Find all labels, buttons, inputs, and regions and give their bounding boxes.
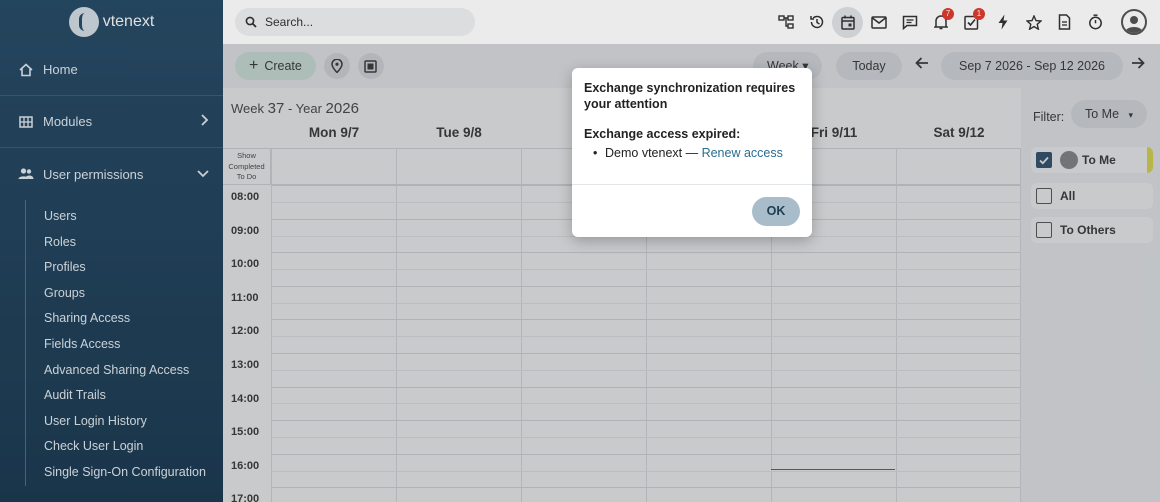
renew-access-link[interactable]: Renew access [702,146,783,160]
modal-backdrop-topbar [223,0,1160,44]
dialog-body: Exchange synchronization requires your a… [572,68,812,185]
expired-account-item: Demo vtenext — Renew access [584,146,800,160]
ok-button[interactable]: OK [752,197,800,226]
dialog-subtitle: Exchange access expired: [584,127,741,141]
exchange-sync-dialog: Exchange synchronization requires your a… [572,68,812,237]
account-name: Demo vtenext — [605,146,699,160]
dialog-title: Exchange synchronization requires your a… [584,81,796,111]
modal-backdrop-sidebar [0,0,223,502]
